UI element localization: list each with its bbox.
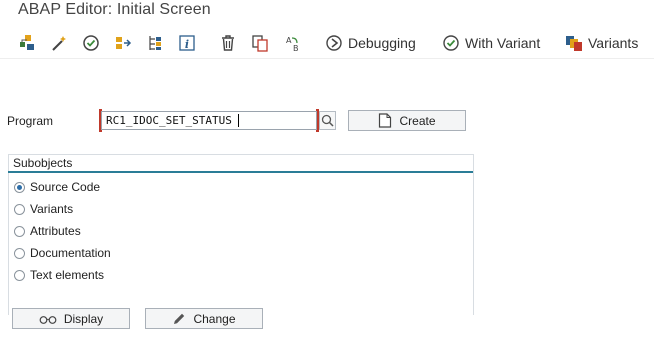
magic-wand-icon[interactable] bbox=[48, 32, 70, 54]
radio-text-elements[interactable]: Text elements bbox=[14, 267, 104, 283]
application-toolbar: i A B Debugging With Variant Variants bbox=[0, 30, 654, 56]
program-input[interactable]: RC1_IDOC_SET_STATUS bbox=[101, 111, 317, 130]
radio-attributes[interactable]: Attributes bbox=[14, 223, 81, 239]
debugging-label: Debugging bbox=[348, 35, 416, 51]
execute-with-variant-icon bbox=[443, 35, 459, 51]
radio-label: Variants bbox=[30, 202, 74, 216]
debugging-icon bbox=[326, 35, 342, 51]
value-help-icon bbox=[321, 114, 334, 127]
radio-button[interactable] bbox=[14, 225, 25, 237]
copy-icon[interactable] bbox=[249, 32, 271, 54]
info-icon[interactable]: i bbox=[176, 32, 198, 54]
radio-source-code[interactable]: Source Code bbox=[14, 179, 100, 195]
debugging-button[interactable]: Debugging bbox=[325, 32, 416, 54]
radio-button[interactable] bbox=[14, 247, 25, 259]
object-list-icon[interactable] bbox=[16, 32, 38, 54]
radio-variants[interactable]: Variants bbox=[14, 201, 73, 217]
radio-label: Source Code bbox=[30, 180, 101, 194]
radio-documentation[interactable]: Documentation bbox=[14, 245, 111, 261]
program-label: Program bbox=[7, 114, 54, 128]
radio-label: Attributes bbox=[30, 224, 81, 238]
create-label: Create bbox=[399, 113, 436, 128]
radio-button[interactable] bbox=[14, 181, 25, 193]
change-button[interactable]: Change bbox=[145, 308, 263, 329]
with-variant-label: With Variant bbox=[465, 35, 541, 51]
check-icon[interactable] bbox=[80, 32, 102, 54]
variants-icon bbox=[566, 36, 582, 51]
create-button[interactable]: Create bbox=[348, 110, 466, 131]
window-title: ABAP Editor: Initial Screen bbox=[18, 1, 211, 18]
new-document-icon bbox=[379, 113, 392, 128]
radio-button[interactable] bbox=[14, 269, 25, 281]
radio-label: Text elements bbox=[30, 268, 105, 282]
svg-text:A: A bbox=[286, 36, 292, 45]
activate-icon[interactable] bbox=[112, 32, 134, 54]
toolbar-divider bbox=[0, 58, 654, 59]
display-label: Display bbox=[63, 311, 104, 326]
radio-button[interactable] bbox=[14, 203, 25, 215]
delete-icon[interactable] bbox=[217, 32, 239, 54]
text-cursor bbox=[238, 114, 239, 127]
subobjects-title: Subobjects bbox=[13, 156, 73, 170]
display-button[interactable]: Display bbox=[12, 308, 130, 329]
with-variant-button[interactable]: With Variant bbox=[442, 32, 540, 54]
variants-label: Variants bbox=[588, 35, 639, 51]
value-help-button[interactable] bbox=[319, 111, 336, 130]
where-used-icon[interactable] bbox=[144, 32, 166, 54]
pencil-icon bbox=[174, 313, 185, 324]
subobjects-title-underline bbox=[8, 171, 473, 173]
svg-text:i: i bbox=[185, 38, 189, 51]
rename-icon[interactable]: A B bbox=[282, 32, 304, 54]
change-label: Change bbox=[193, 311, 236, 326]
glasses-icon bbox=[39, 315, 57, 324]
variants-button[interactable]: Variants bbox=[565, 32, 638, 54]
svg-text:B: B bbox=[293, 44, 299, 52]
radio-label: Documentation bbox=[30, 246, 111, 260]
